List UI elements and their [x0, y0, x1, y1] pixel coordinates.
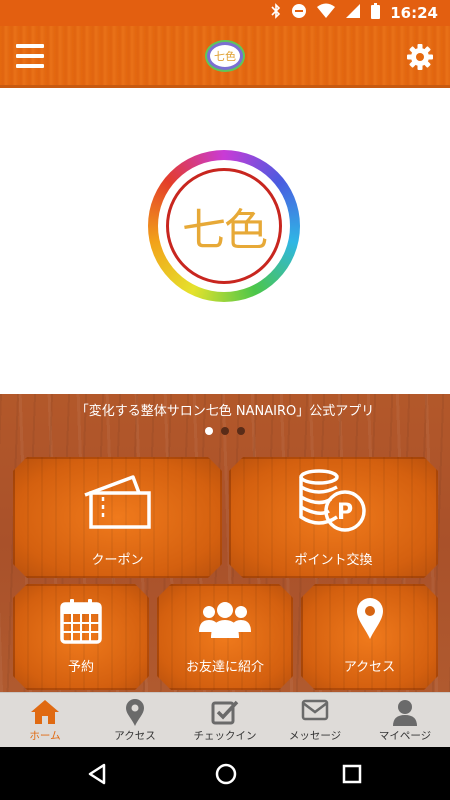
dnd-icon [291, 3, 307, 23]
nav-checkin[interactable]: チェックイン [180, 693, 270, 747]
ticket-icon [81, 471, 155, 533]
carousel-tagline: 「変化する整体サロン七色 NANAIRO」公式アプリ [75, 404, 375, 419]
checkbox-icon [211, 700, 239, 725]
person-icon [393, 700, 417, 726]
hamburger-icon[interactable] [16, 44, 44, 70]
access-label: アクセス [343, 660, 396, 675]
system-nav-bar [0, 747, 450, 800]
nav-mypage-label: マイページ [378, 730, 432, 742]
map-pin-icon [126, 699, 144, 726]
app-bar: 七色 [0, 26, 450, 88]
invite-label: お友達に紹介 [185, 660, 264, 675]
home-icon [31, 700, 59, 724]
status-bar: 16:24 [0, 0, 450, 26]
home-circle-icon[interactable] [215, 763, 237, 785]
recents-icon[interactable] [342, 764, 362, 784]
carousel-dot[interactable] [221, 427, 229, 435]
wifi-icon [317, 3, 336, 23]
invite-button[interactable]: お友達に紹介 [157, 584, 293, 690]
back-icon[interactable] [86, 763, 108, 785]
reserve-button[interactable]: 予約 [13, 584, 149, 690]
banner[interactable]: 七色 [0, 88, 450, 394]
group-icon [199, 600, 251, 640]
nav-access[interactable]: アクセス [90, 693, 180, 747]
app-logo-text: 七色 [214, 50, 236, 63]
map-pin-icon [355, 596, 385, 640]
nav-access-label: アクセス [114, 730, 156, 742]
envelope-icon [301, 699, 329, 721]
carousel-dot[interactable] [237, 427, 245, 435]
gear-icon[interactable] [406, 43, 434, 71]
coupon-button[interactable]: クーポン [13, 457, 222, 578]
svg-text:P: P [337, 500, 353, 525]
status-time: 16:24 [390, 4, 438, 22]
nav-checkin-label: チェックイン [193, 730, 257, 742]
points-label: ポイント交換 [294, 553, 373, 568]
signal-icon [345, 3, 361, 23]
coupon-label: クーポン [91, 553, 144, 568]
carousel-dots [0, 427, 450, 435]
nav-message[interactable]: メッセージ [270, 693, 360, 747]
nav-message-label: メッセージ [288, 730, 342, 742]
menu-area: 「変化する整体サロン七色 NANAIRO」公式アプリ クーポン P ポイント交換… [0, 394, 450, 692]
bottom-nav: ホーム アクセス チェックイン メッセージ マイページ [0, 692, 450, 747]
nav-home-label: ホーム [29, 730, 61, 742]
carousel-dot[interactable] [205, 427, 213, 435]
banner-logo-text: 七色 [182, 205, 268, 256]
rainbow-logo: 七色 [148, 150, 300, 302]
calendar-icon [59, 598, 103, 644]
access-button[interactable]: アクセス [301, 584, 438, 690]
bluetooth-icon [271, 3, 281, 23]
points-button[interactable]: P ポイント交換 [229, 457, 438, 578]
battery-icon [371, 3, 381, 23]
reserve-label: 予約 [67, 660, 94, 675]
nav-mypage[interactable]: マイページ [360, 693, 450, 747]
status-icons: 16:24 [271, 0, 438, 26]
app-logo: 七色 [207, 42, 243, 70]
coins-p-icon: P [297, 467, 371, 535]
nav-home[interactable]: ホーム [0, 693, 90, 747]
